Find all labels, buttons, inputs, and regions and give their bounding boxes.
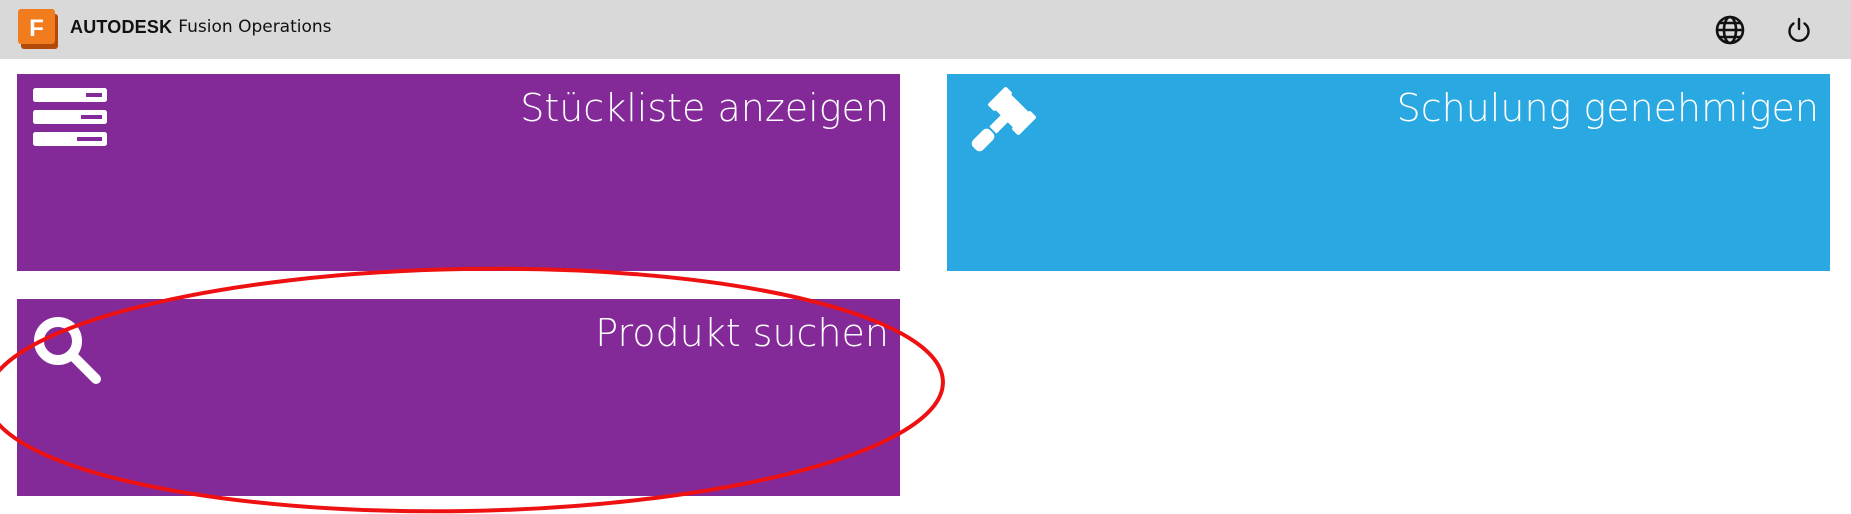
fusion-logo-icon: F [18, 9, 59, 49]
brand-product: Fusion Operations [178, 17, 332, 37]
tile-title: Schulung genehmigen [1396, 86, 1819, 130]
tile-title: Stückliste anzeigen [520, 86, 889, 130]
list-icon [33, 88, 107, 148]
tile-produkt-suchen[interactable]: Produkt suchen [17, 299, 900, 496]
logo-letter: F [29, 15, 44, 42]
globe-icon[interactable] [1712, 12, 1748, 48]
power-icon[interactable] [1781, 12, 1817, 48]
gavel-icon [962, 85, 1038, 161]
search-icon [33, 316, 103, 386]
top-bar: F AUTODESK Fusion Operations [0, 0, 1851, 59]
tile-schulung-genehmigen[interactable]: Schulung genehmigen [947, 74, 1830, 271]
tile-title: Produkt suchen [595, 311, 889, 355]
tile-stueckliste-anzeigen[interactable]: Stückliste anzeigen [17, 74, 900, 271]
brand-name: AUTODESK Fusion Operations [70, 14, 332, 40]
brand-company: AUTODESK [70, 16, 173, 37]
